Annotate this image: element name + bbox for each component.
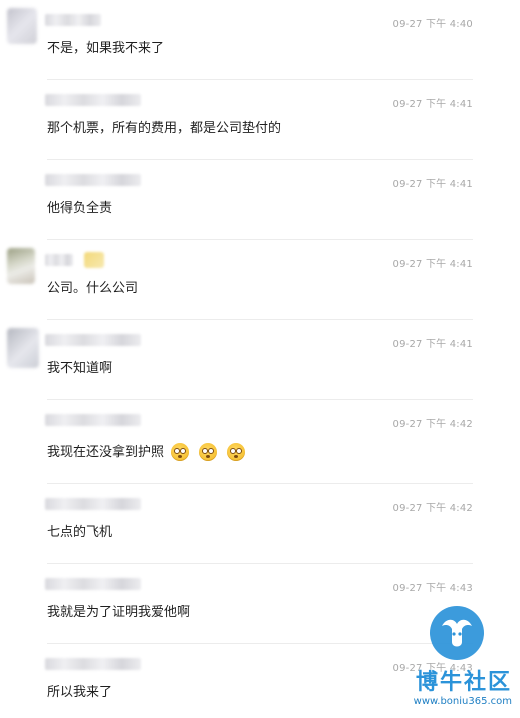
message-text: 不是，如果我不来了 (47, 41, 165, 56)
message-time: 09-27 下午 4:40 (392, 19, 473, 30)
message-time: 09-27 下午 4:41 (392, 99, 473, 110)
flushed-emoji-icon (171, 442, 190, 461)
message-text: 我就是为了证明我爱他啊 (47, 605, 191, 620)
avatar[interactable] (7, 328, 39, 368)
sender-name-blurred (45, 578, 141, 590)
sender-name-blurred (45, 254, 73, 266)
flushed-emoji-icon (199, 442, 218, 461)
message-time: 09-27 下午 4:42 (392, 503, 473, 514)
chat-message[interactable]: 09-27 下午 4:41 我不知道啊 (0, 320, 520, 400)
sender-name-blurred (45, 94, 141, 106)
sender-name-blurred (45, 498, 141, 510)
bull-logo-icon (430, 606, 484, 660)
sender-name-blurred (45, 334, 141, 346)
message-time: 09-27 下午 4:41 (392, 259, 473, 270)
sender-tag-blurred (84, 252, 104, 268)
message-time: 09-27 下午 4:41 (392, 339, 473, 350)
avatar[interactable] (7, 248, 35, 284)
sender-name-blurred (45, 174, 141, 186)
message-time: 09-27 下午 4:42 (392, 419, 473, 430)
sender-name-blurred (45, 14, 101, 26)
message-time: 09-27 下午 4:41 (392, 179, 473, 190)
message-time: 09-27 下午 4:43 (392, 583, 473, 594)
chat-message[interactable]: 09-27 下午 4:42 七点的飞机 (0, 484, 520, 564)
watermark-title: 博牛社区 (415, 670, 512, 695)
site-watermark: 博牛社区 www.boniu365.com (406, 604, 516, 714)
message-text-row: 我现在还没拿到护照 (47, 441, 246, 462)
message-text: 七点的飞机 (47, 525, 113, 540)
message-text: 我现在还没拿到护照 (47, 445, 165, 460)
watermark-url: www.boniu365.com (413, 696, 512, 707)
flushed-emoji-icon (227, 442, 246, 461)
sender-name-blurred (45, 658, 141, 670)
chat-message[interactable]: 09-27 下午 4:40 不是，如果我不来了 (0, 0, 520, 80)
chat-message[interactable]: 09-27 下午 4:41 公司。什么公司 (0, 240, 520, 320)
message-text: 他得负全责 (47, 201, 113, 216)
message-text: 公司。什么公司 (47, 281, 139, 296)
message-text: 我不知道啊 (47, 361, 113, 376)
message-text: 那个机票，所有的费用，都是公司垫付的 (47, 121, 282, 136)
avatar[interactable] (7, 8, 37, 44)
message-text: 所以我来了 (47, 685, 113, 700)
chat-message[interactable]: 09-27 下午 4:41 那个机票，所有的费用，都是公司垫付的 (0, 80, 520, 160)
chat-message[interactable]: 09-27 下午 4:42 我现在还没拿到护照 (0, 400, 520, 484)
chat-message[interactable]: 09-27 下午 4:41 他得负全责 (0, 160, 520, 240)
sender-name-blurred (45, 414, 141, 426)
